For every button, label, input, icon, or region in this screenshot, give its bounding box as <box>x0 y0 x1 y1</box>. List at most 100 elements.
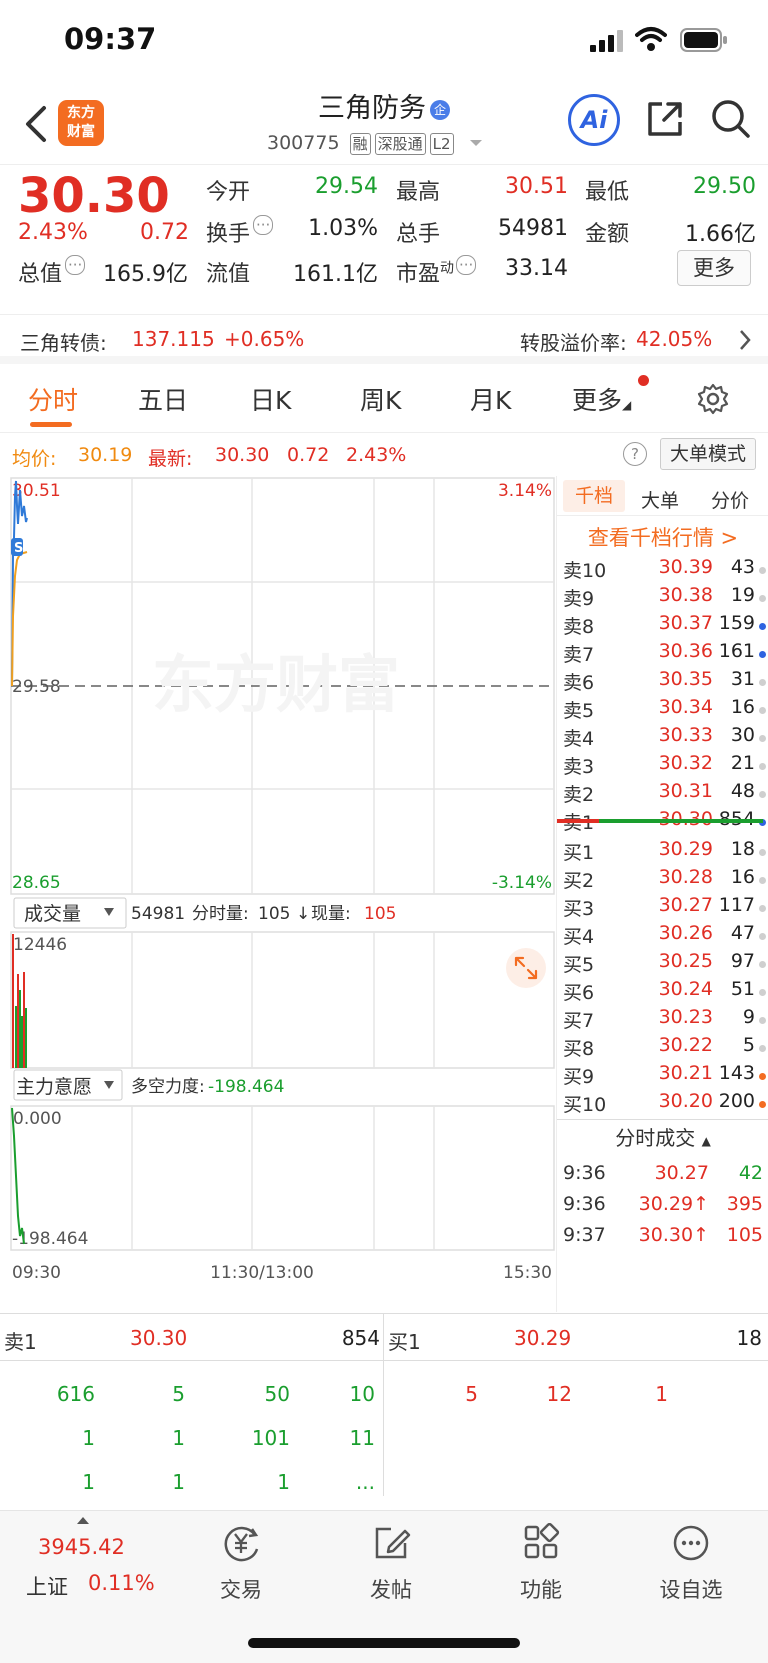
stock-meta: 300775 融深股通 L2 <box>267 132 484 155</box>
tab-five-day[interactable]: 五日 <box>138 381 188 417</box>
ask-level-row[interactable]: 卖6 30.35 31 <box>557 668 768 697</box>
queue-cell: 1 <box>82 1426 95 1450</box>
low-label: 最低 <box>585 180 630 205</box>
time-start: 09:30 <box>12 1263 61 1283</box>
turnover-label[interactable]: 换手 ··· <box>206 215 274 248</box>
trade-time: 9:36 <box>563 1162 606 1184</box>
pe-value: 33.14 <box>505 256 568 281</box>
bid-level-row[interactable]: 买5 30.25 97 <box>557 950 768 979</box>
ask-level-row[interactable]: 卖4 30.33 30 <box>557 724 768 753</box>
l1-bid-price: 30.29 <box>514 1326 572 1350</box>
level-volume: 47 <box>730 922 755 944</box>
ask-level-row[interactable]: 卖5 30.34 16 <box>557 696 768 725</box>
tab-add-watchlist-label: 设自选 <box>659 1578 723 1602</box>
ask-level-row[interactable]: 卖8 30.37 159 <box>557 612 768 641</box>
status-bar: 09:37 <box>0 0 768 80</box>
level-volume: 159 <box>718 612 755 634</box>
level-label: 买1 <box>563 842 595 864</box>
ask-level-row[interactable]: 卖7 30.36 161 <box>557 640 768 669</box>
notification-dot <box>638 375 649 386</box>
share-icon[interactable] <box>644 98 686 140</box>
bid-level-row[interactable]: 买6 30.24 51 <box>557 978 768 1007</box>
tab-daily-k[interactable]: 日K <box>250 381 291 417</box>
big-order-mode-button[interactable]: 大单模式 <box>660 438 756 470</box>
tab-post-label: 发帖 <box>370 1578 412 1602</box>
level-volume: 97 <box>730 950 755 972</box>
info-icon[interactable]: ··· <box>253 215 274 235</box>
help-icon[interactable]: ? <box>623 442 647 466</box>
level-volume: 43 <box>730 556 755 578</box>
bid-level-row[interactable]: 买3 30.27 117 <box>557 894 768 923</box>
level-price: 30.21 <box>658 1062 713 1084</box>
tab-post[interactable]: 发帖 <box>336 1523 446 1604</box>
tab-thousand-level[interactable]: 千档 <box>563 480 625 512</box>
l1-bid-vol: 18 <box>736 1326 762 1350</box>
index-widget[interactable]: 3945.42 上证 0.11% <box>20 1515 160 1615</box>
intraday-chart[interactable]: 东方财富 30.51 3.14% 29.58 28.65 -3.14% S 成交… <box>0 476 556 1316</box>
tab-weekly-k[interactable]: 周K <box>360 381 401 417</box>
expand-button[interactable] <box>506 948 546 988</box>
tab-intraday[interactable]: 分时 <box>28 381 78 417</box>
tab-more[interactable]: 更多◢ <box>572 381 631 417</box>
dropdown-caret-icon[interactable] <box>468 137 484 149</box>
bid-level-row[interactable]: 买4 30.26 47 <box>557 922 768 951</box>
level-volume: 19 <box>730 584 755 606</box>
indicator-selector-label: 主力意愿 <box>16 1076 92 1098</box>
info-icon[interactable]: ··· <box>456 255 477 275</box>
trade-volume: 395 <box>726 1193 763 1215</box>
bid-level-row[interactable]: 买7 30.23 9 <box>557 1006 768 1035</box>
pe-label[interactable]: 市盈动 ··· <box>396 255 477 288</box>
ask-level-row[interactable]: 卖2 30.31 48 <box>557 780 768 809</box>
level-price: 30.27 <box>658 894 713 916</box>
search-icon[interactable] <box>710 98 752 140</box>
more-dots-icon <box>673 1525 709 1561</box>
tab-monthly-k[interactable]: 月K <box>470 381 511 417</box>
tab-big-order[interactable]: 大单 <box>641 486 679 513</box>
more-button[interactable]: 更多 <box>677 250 751 286</box>
avg-value: 30.19 <box>78 444 133 466</box>
axis-top-pct: 3.14% <box>498 481 552 501</box>
queue-cell: 1 <box>172 1470 185 1494</box>
volume-max: 12446 <box>13 935 67 955</box>
tab-functions[interactable]: 功能 <box>486 1522 596 1604</box>
level-label: 卖3 <box>563 756 595 778</box>
high-label: 最高 <box>396 180 441 205</box>
order-dot <box>759 1045 766 1052</box>
trade-time: 9:37 <box>563 1224 606 1246</box>
level-label: 买6 <box>563 982 595 1004</box>
bid-level-row[interactable]: 买8 30.22 5 <box>557 1034 768 1063</box>
level-label: 卖4 <box>563 728 595 750</box>
convertible-bond-row[interactable]: 三角转债: 137.115 +0.65% 转股溢价率: 42.05% <box>0 314 768 364</box>
ask-level-row[interactable]: 卖10 30.39 43 <box>557 556 768 585</box>
signal-icon <box>590 30 623 52</box>
ai-button[interactable]: Ai <box>568 94 620 146</box>
level-volume: 16 <box>730 696 755 718</box>
level-volume: 30 <box>730 724 755 746</box>
level-price: 30.24 <box>658 978 713 1000</box>
total-cap-label[interactable]: 总值 ··· <box>18 255 86 288</box>
total-cap-value: 165.9亿 <box>103 262 188 287</box>
time-mid: 11:30/13:00 <box>210 1263 314 1283</box>
order-dot <box>759 763 766 770</box>
queue-cell: 12 <box>546 1382 572 1406</box>
ask-level-row[interactable]: 卖3 30.32 21 <box>557 752 768 781</box>
tab-add-watchlist[interactable]: 设自选 <box>636 1523 746 1604</box>
level-label: 卖2 <box>563 784 595 806</box>
level-price: 30.34 <box>658 696 713 718</box>
ask-level-row[interactable]: 卖9 30.38 19 <box>557 584 768 613</box>
bid-level-row[interactable]: 买10 30.20 200 <box>557 1090 768 1119</box>
volume-now: 105 <box>364 904 396 924</box>
view-thousand-level-link[interactable]: 查看千档行情 > <box>557 522 768 552</box>
bid-level-row[interactable]: 买2 30.28 16 <box>557 866 768 895</box>
latest-change: 0.72 <box>287 444 330 466</box>
queue-cell: 1 <box>655 1382 668 1406</box>
bid-level-row[interactable]: 买1 30.29 18 <box>557 838 768 867</box>
latest-pct: 2.43% <box>346 444 407 466</box>
level-volume: 200 <box>718 1090 755 1112</box>
trades-header[interactable]: 分时成交 ▲ <box>557 1119 768 1157</box>
bid-level-row[interactable]: 买9 30.21 143 <box>557 1062 768 1091</box>
tab-trade[interactable]: 交易 <box>186 1523 296 1604</box>
tab-price-dist[interactable]: 分价 <box>711 486 749 513</box>
settings-gear-icon[interactable] <box>697 383 729 415</box>
info-icon[interactable]: ··· <box>65 255 86 275</box>
